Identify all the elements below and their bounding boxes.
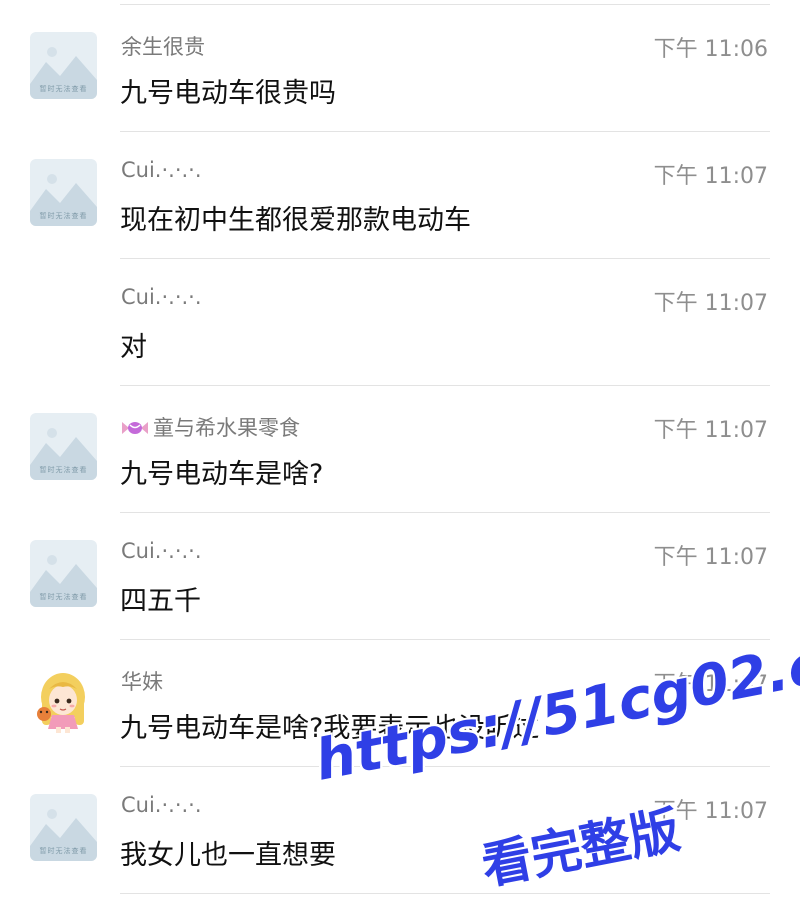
message-item[interactable]: Cui.·.·.·. 下午 11:07 对 xyxy=(0,259,800,386)
divider xyxy=(120,893,770,894)
sender-name-text: 童与希水果零食 xyxy=(153,416,300,440)
timestamp: 下午 11:07 xyxy=(653,545,768,570)
message-text: 九号电动车是啥?我要表示也没听过 xyxy=(120,713,540,744)
avatar-placeholder-caption: 暂时无法查看 xyxy=(39,466,88,474)
message-text: 九号电动车很贵吗 xyxy=(120,78,336,109)
avatar-placeholder-caption: 暂时无法查看 xyxy=(39,847,88,855)
sender-name: Cui.·.·.·. xyxy=(121,158,202,182)
avatar[interactable]: 暂时无法查看 xyxy=(30,159,97,226)
avatar[interactable]: 暂时无法查看 xyxy=(30,794,97,861)
message-text: 四五千 xyxy=(120,586,201,617)
avatar-placeholder-caption: 暂时无法查看 xyxy=(39,593,88,601)
timestamp: 下午 11:07 xyxy=(653,164,768,189)
timestamp: 下午 11:07 xyxy=(653,799,768,824)
avatar-placeholder-caption: 暂时无法查看 xyxy=(39,85,88,93)
message-item[interactable]: 暂时无法查看 童与希水果零食 下午 11:07 九号电动车是啥? xyxy=(0,386,800,513)
message-text: 对 xyxy=(120,332,147,363)
message-text: 九号电动车是啥? xyxy=(120,459,324,490)
avatar[interactable]: 暂时无法查看 xyxy=(30,540,97,607)
avatar[interactable] xyxy=(30,667,97,734)
message-item[interactable]: 暂时无法查看 Cui.·.·.·. 下午 11:07 我女儿也一直想要 xyxy=(0,767,800,894)
message-text: 我女儿也一直想要 xyxy=(120,840,336,871)
message-item[interactable]: 暂时无法查看 Cui.·.·.·. 下午 11:07 现在初中生都很爱那款电动车 xyxy=(0,132,800,259)
message-item[interactable]: 暂时无法查看 Cui.·.·.·. 下午 11:07 四五千 xyxy=(0,513,800,640)
sender-name: 童与希水果零食 xyxy=(121,412,300,442)
timestamp: 下午 11:07 xyxy=(653,672,768,697)
timestamp: 下午 11:07 xyxy=(653,291,768,316)
timestamp: 下午 11:06 xyxy=(653,37,768,62)
avatar[interactable]: 暂时无法查看 xyxy=(30,32,97,99)
avatar[interactable]: 暂时无法查看 xyxy=(30,413,97,480)
sender-name: Cui.·.·.·. xyxy=(121,793,202,817)
message-text: 现在初中生都很爱那款电动车 xyxy=(120,205,471,236)
cartoon-girl-avatar-icon xyxy=(37,673,85,733)
message-item[interactable]: 暂时无法查看 余生很贵 下午 11:06 九号电动车很贵吗 xyxy=(0,5,800,132)
message-item[interactable]: 华妹 下午 11:07 九号电动车是啥?我要表示也没听过 xyxy=(0,640,800,767)
timestamp: 下午 11:07 xyxy=(653,418,768,443)
sender-name: Cui.·.·.·. xyxy=(121,285,202,309)
sender-name: Cui.·.·.·. xyxy=(121,539,202,563)
sender-name: 华妹 xyxy=(121,670,163,694)
sender-name: 余生很贵 xyxy=(121,35,205,59)
avatar-placeholder-caption: 暂时无法查看 xyxy=(39,212,88,220)
candy-icon xyxy=(122,422,148,434)
